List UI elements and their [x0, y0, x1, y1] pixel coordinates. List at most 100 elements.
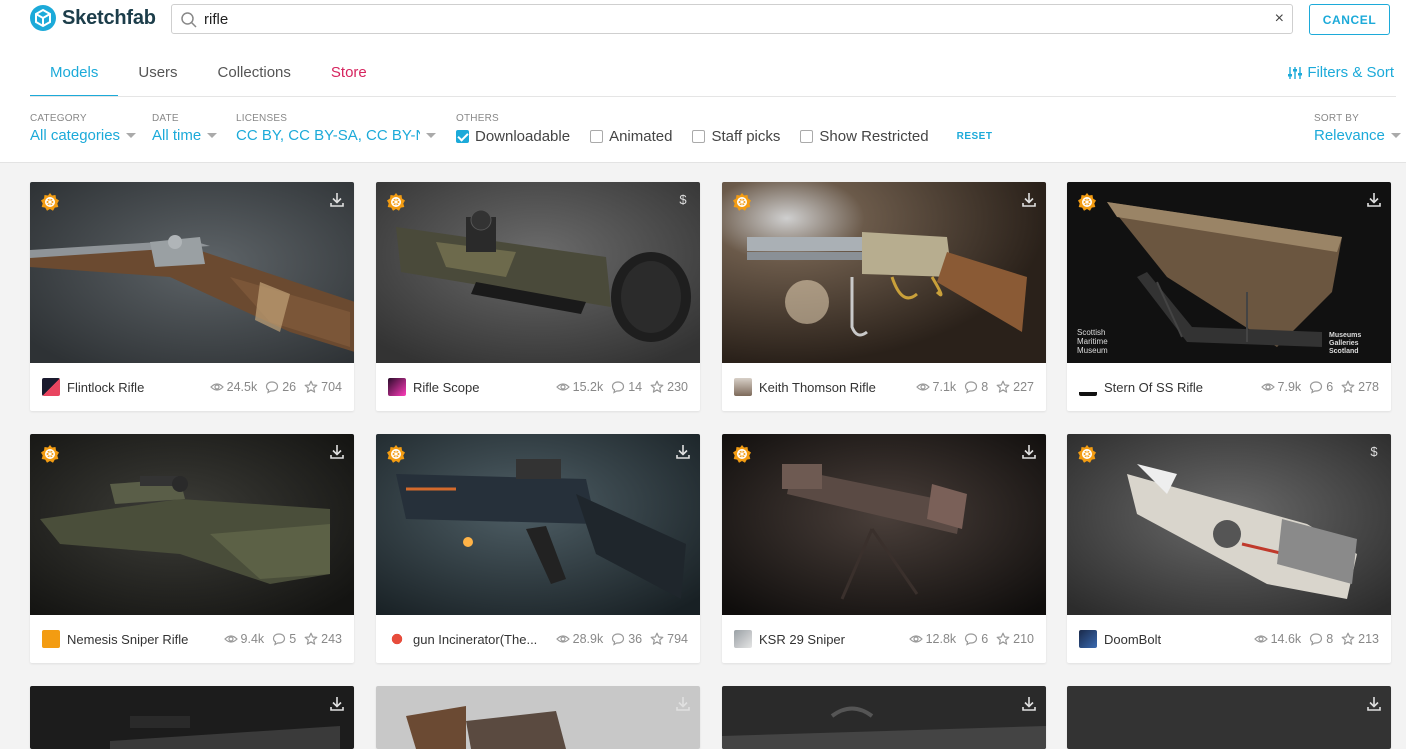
- likes-count[interactable]: 230: [650, 380, 688, 394]
- tab-users[interactable]: Users: [118, 52, 197, 97]
- checkbox-unchecked[interactable]: [590, 130, 604, 143]
- likes-count[interactable]: 210: [996, 632, 1034, 646]
- comment-icon: [1309, 632, 1323, 646]
- search-bar[interactable]: ×: [171, 4, 1293, 34]
- category-filter[interactable]: CATEGORY All categories: [30, 113, 137, 144]
- author-avatar[interactable]: [1079, 630, 1097, 648]
- date-filter[interactable]: DATE All time: [152, 113, 218, 144]
- author-avatar[interactable]: [1079, 378, 1097, 396]
- model-thumbnail[interactable]: $: [376, 182, 700, 363]
- eye-icon: [224, 632, 238, 646]
- model-thumbnail[interactable]: [376, 434, 700, 615]
- licenses-filter[interactable]: LICENSES CC BY, CC BY-SA, CC BY-ND, C: [236, 113, 436, 144]
- model-thumbnail[interactable]: [30, 182, 354, 363]
- model-title[interactable]: DoomBolt: [1104, 632, 1246, 647]
- model-card[interactable]: $ Rifle Scope 15.2k 14 230: [376, 182, 700, 411]
- download-icon[interactable]: [1367, 192, 1381, 208]
- show-restricted-checkbox[interactable]: Show Restricted: [800, 128, 929, 145]
- model-card[interactable]: KSR 29 Sniper 12.8k 6 210: [722, 434, 1046, 663]
- model-thumbnail[interactable]: [30, 686, 354, 749]
- brand-name: Sketchfab: [62, 6, 156, 29]
- likes-count[interactable]: 704: [304, 380, 342, 394]
- staff-picks-checkbox[interactable]: Staff picks: [692, 128, 780, 145]
- model-info: DoomBolt 14.6k 8 213: [1067, 615, 1391, 663]
- model-title[interactable]: Rifle Scope: [413, 380, 548, 395]
- download-icon[interactable]: [1022, 444, 1036, 460]
- clear-search-icon[interactable]: ×: [1275, 10, 1284, 28]
- category-dropdown[interactable]: All categories: [30, 127, 137, 144]
- model-card[interactable]: [722, 686, 1046, 749]
- model-title[interactable]: Nemesis Sniper Rifle: [67, 632, 216, 647]
- likes-count[interactable]: 278: [1341, 380, 1379, 394]
- price-icon[interactable]: $: [676, 192, 690, 208]
- model-card[interactable]: Flintlock Rifle 24.5k 26 704: [30, 182, 354, 411]
- date-value: All time: [152, 127, 202, 144]
- author-avatar[interactable]: [734, 630, 752, 648]
- model-card[interactable]: [376, 686, 700, 749]
- filters-sort-button[interactable]: Filters & Sort: [1288, 64, 1394, 81]
- tab-collections[interactable]: Collections: [198, 52, 311, 97]
- model-thumbnail[interactable]: [722, 434, 1046, 615]
- views-count: 24.5k: [210, 380, 257, 394]
- model-thumbnail[interactable]: [376, 686, 700, 749]
- model-thumbnail[interactable]: [722, 686, 1046, 749]
- price-icon[interactable]: $: [1367, 444, 1381, 460]
- model-card[interactable]: [1067, 686, 1391, 749]
- model-title[interactable]: Keith Thomson Rifle: [759, 380, 908, 395]
- sort-by[interactable]: SORT BY Relevance: [1314, 113, 1401, 144]
- model-card[interactable]: Keith Thomson Rifle 7.1k 8 227: [722, 182, 1046, 411]
- model-title[interactable]: KSR 29 Sniper: [759, 632, 901, 647]
- model-card[interactable]: gun Incinerator(The... 28.9k 36 794: [376, 434, 700, 663]
- model-thumbnail[interactable]: [722, 182, 1046, 363]
- checkbox-unchecked[interactable]: [800, 130, 814, 143]
- download-icon[interactable]: [1022, 696, 1036, 712]
- search-input[interactable]: [204, 7, 1264, 31]
- checkbox-unchecked[interactable]: [692, 130, 706, 143]
- likes-count[interactable]: 227: [996, 380, 1034, 394]
- downloadable-checkbox[interactable]: Downloadable: [456, 128, 570, 145]
- author-avatar[interactable]: [42, 630, 60, 648]
- eye-icon: [1254, 632, 1268, 646]
- likes-count[interactable]: 794: [650, 632, 688, 646]
- author-avatar[interactable]: [388, 378, 406, 396]
- model-title[interactable]: Stern Of SS Rifle: [1104, 380, 1253, 395]
- tab-store[interactable]: Store: [311, 52, 387, 97]
- download-icon[interactable]: [330, 444, 344, 460]
- model-thumbnail[interactable]: [30, 434, 354, 615]
- model-thumbnail[interactable]: [1067, 686, 1391, 749]
- animated-checkbox[interactable]: Animated: [590, 128, 672, 145]
- others-filter: OTHERS: [456, 113, 499, 124]
- download-icon[interactable]: [1367, 696, 1381, 712]
- views-count: 14.6k: [1254, 632, 1301, 646]
- sketchfab-logo[interactable]: Sketchfab: [30, 4, 156, 32]
- comment-icon: [1309, 380, 1323, 394]
- download-icon[interactable]: [676, 444, 690, 460]
- model-thumbnail[interactable]: $: [1067, 434, 1391, 615]
- author-avatar[interactable]: [42, 378, 60, 396]
- model-title[interactable]: Flintlock Rifle: [67, 380, 202, 395]
- comments-count: 26: [265, 380, 296, 394]
- download-icon[interactable]: [676, 696, 690, 712]
- cancel-button[interactable]: CANCEL: [1309, 4, 1390, 35]
- author-avatar[interactable]: [734, 378, 752, 396]
- checkbox-checked[interactable]: [456, 130, 469, 143]
- model-card[interactable]: $ DoomBolt 14.6k 8 213: [1067, 434, 1391, 663]
- sort-dropdown[interactable]: Relevance: [1314, 127, 1401, 144]
- model-title[interactable]: gun Incinerator(The...: [413, 632, 548, 647]
- likes-count[interactable]: 213: [1341, 632, 1379, 646]
- tab-models[interactable]: Models: [30, 52, 119, 97]
- download-icon[interactable]: [1022, 192, 1036, 208]
- staff-pick-badge-icon: [386, 444, 406, 464]
- model-card[interactable]: Nemesis Sniper Rifle 9.4k 5 243: [30, 434, 354, 663]
- reset-button[interactable]: RESET: [957, 131, 993, 142]
- views-count: 28.9k: [556, 632, 603, 646]
- model-thumbnail[interactable]: Scottish Maritime Museum Museums Galleri…: [1067, 182, 1391, 363]
- download-icon[interactable]: [330, 192, 344, 208]
- likes-count[interactable]: 243: [304, 632, 342, 646]
- download-icon[interactable]: [330, 696, 344, 712]
- model-card[interactable]: Scottish Maritime Museum Museums Galleri…: [1067, 182, 1391, 411]
- licenses-dropdown[interactable]: CC BY, CC BY-SA, CC BY-ND, C: [236, 127, 436, 144]
- date-dropdown[interactable]: All time: [152, 127, 218, 144]
- model-card[interactable]: [30, 686, 354, 749]
- author-avatar[interactable]: [388, 630, 406, 648]
